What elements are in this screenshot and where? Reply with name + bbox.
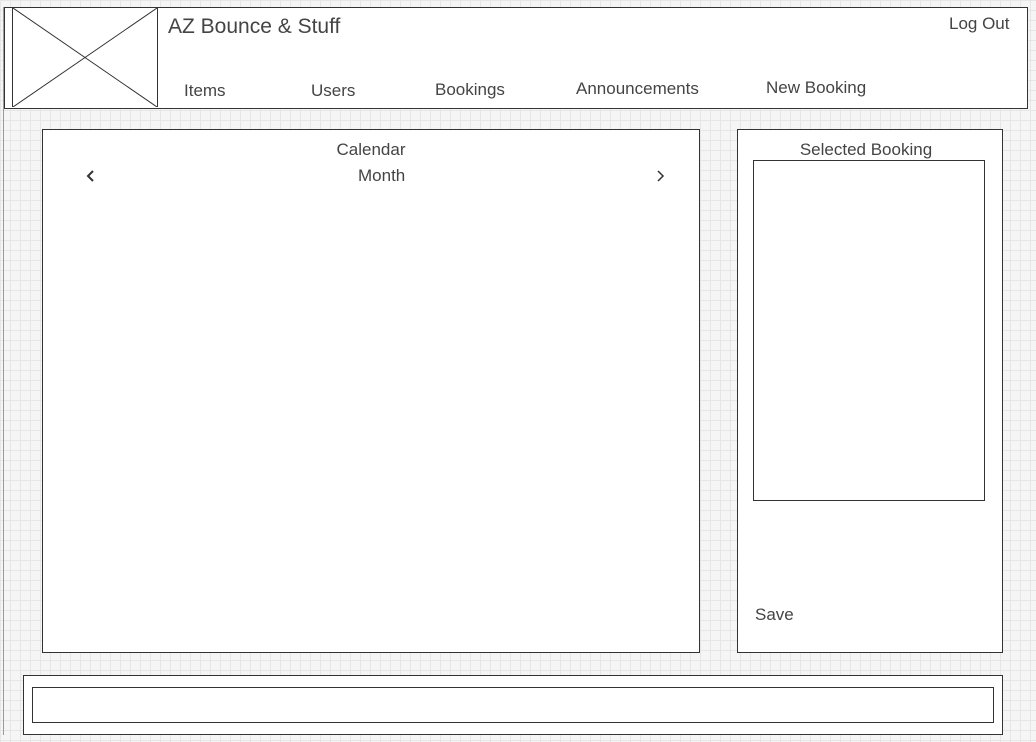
selected-booking-panel: Selected Booking Save xyxy=(737,129,1003,653)
calendar-panel: Calendar Month xyxy=(42,129,700,653)
footer-input[interactable] xyxy=(32,687,994,723)
selected-booking-title: Selected Booking xyxy=(799,140,933,159)
logo-placeholder xyxy=(12,8,158,107)
app-title: AZ Bounce & Stuff xyxy=(168,15,341,38)
save-button[interactable]: Save xyxy=(755,605,794,625)
calendar-view-label: Month xyxy=(358,166,406,185)
footer-panel xyxy=(23,675,1003,735)
window-edge xyxy=(3,7,4,735)
chevron-right-icon[interactable] xyxy=(652,168,668,184)
booking-details-box xyxy=(753,160,985,501)
nav-item-new-booking[interactable]: New Booking xyxy=(766,78,866,98)
nav-item-items[interactable]: Items xyxy=(184,81,226,101)
calendar-title: Calendar xyxy=(336,140,406,159)
logout-link[interactable]: Log Out xyxy=(949,14,1010,34)
nav-item-announcements[interactable]: Announcements xyxy=(576,79,699,99)
nav-item-bookings[interactable]: Bookings xyxy=(435,80,505,100)
chevron-left-icon[interactable] xyxy=(83,168,99,184)
nav-item-users[interactable]: Users xyxy=(311,81,355,101)
image-placeholder-icon xyxy=(13,8,157,107)
header-bar: AZ Bounce & Stuff Log Out Items Users Bo… xyxy=(4,7,1028,109)
